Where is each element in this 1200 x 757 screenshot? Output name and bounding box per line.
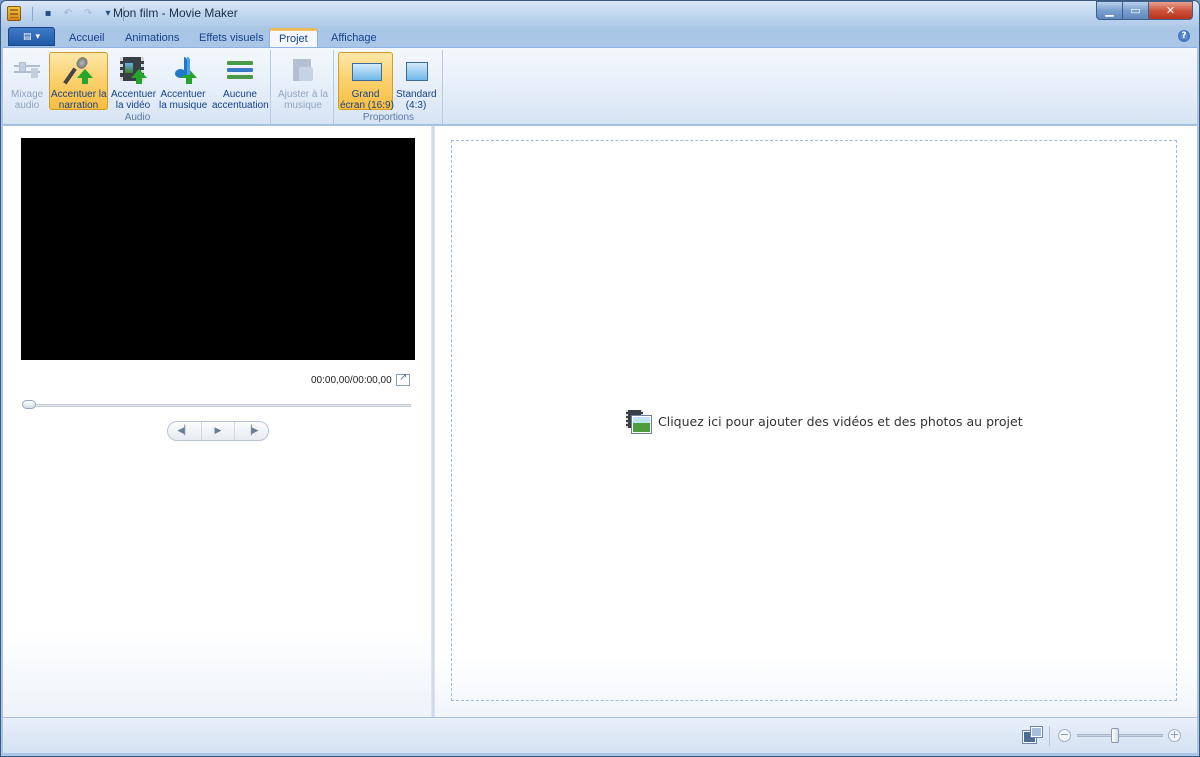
window-title: Mon film - Movie Maker: [113, 6, 238, 20]
green-arrow-up-icon: [76, 69, 93, 84]
help-icon[interactable]: ?: [1178, 30, 1190, 42]
widescreen-button[interactable]: Grand écran (16:9): [338, 52, 394, 111]
film-icon: [117, 55, 149, 87]
title-bar[interactable]: ▪ ↶ ↷ ▾ Mon film - Movie Maker ▁ ▭ ✕: [1, 1, 1199, 26]
zoom-out-icon[interactable]: −: [1058, 729, 1071, 742]
zoom-in-icon[interactable]: +: [1168, 729, 1181, 742]
status-bar: − +: [3, 717, 1197, 753]
window-controls: ▁ ▭ ✕: [1096, 1, 1193, 20]
fit-to-music-label-2: musique: [284, 100, 322, 111]
tab-effets-visuels[interactable]: Effets visuels: [190, 28, 273, 47]
preview-pane: 00:00,00/00:00,00 ◀▏ ▶ ▕▶: [3, 126, 431, 717]
zoom-slider-track[interactable]: [1077, 734, 1163, 737]
add-media-icon: [626, 409, 651, 433]
emphasize-narration-button[interactable]: Accentuer la narration: [49, 52, 108, 111]
application-window: ▪ ↶ ↷ ▾ Mon film - Movie Maker ▁ ▭ ✕ ▤ ▾…: [0, 0, 1200, 757]
next-frame-icon[interactable]: ▕▶: [235, 422, 268, 440]
emphasize-music-label-1: Accentuer: [160, 89, 206, 100]
fit-to-music-button[interactable]: Ajuster à la musique: [275, 52, 331, 111]
equal-lines-icon: [224, 55, 256, 87]
emphasize-music-label-2: la musique: [159, 100, 208, 111]
seek-thumb[interactable]: [22, 400, 36, 409]
thumbnail-size-icon[interactable]: [1023, 727, 1042, 743]
main-content: 00:00,00/00:00,00 ◀▏ ▶ ▕▶ Cliquez ici po…: [3, 126, 1197, 717]
emphasize-narration-label-1: Accentuer la: [51, 89, 107, 100]
widescreen-icon: [350, 55, 382, 87]
undo-icon[interactable]: ↶: [60, 6, 76, 22]
tab-animations[interactable]: Animations: [116, 28, 188, 47]
emphasize-music-button[interactable]: Accentuer la musique: [157, 52, 209, 111]
status-separator: [1049, 726, 1050, 746]
microphone-icon: [63, 55, 95, 87]
standard-screen-icon: [400, 55, 432, 87]
audio-mix-icon: [11, 55, 43, 87]
menu-icon: ▤: [22, 31, 32, 42]
standard-ratio-button[interactable]: Standard (4:3): [394, 52, 438, 111]
tab-projet[interactable]: Projet: [269, 28, 318, 47]
storyboard-pane: Cliquez ici pour ajouter des vidéos et d…: [435, 126, 1197, 717]
audio-group: Mixage audio Accentuer la narration Acce…: [5, 50, 271, 124]
storyboard-drop-zone[interactable]: Cliquez ici pour ajouter des vidéos et d…: [451, 140, 1177, 701]
music-note-icon: [167, 55, 199, 87]
emphasize-video-button[interactable]: Accentuer la vidéo: [109, 52, 157, 111]
add-media-label: Cliquez ici pour ajouter des vidéos et d…: [658, 413, 1023, 429]
playback-controls: ◀▏ ▶ ▕▶: [167, 421, 269, 441]
proportions-group-label: Proportions: [362, 112, 415, 123]
fullscreen-preview-icon[interactable]: [396, 372, 410, 386]
play-icon[interactable]: ▶: [202, 422, 236, 440]
tab-affichage[interactable]: Affichage: [322, 28, 386, 47]
standard-ratio-label-2: (4:3): [405, 100, 427, 111]
redo-icon[interactable]: ↷: [80, 6, 96, 22]
fit-to-music-icon: [287, 55, 319, 87]
video-preview[interactable]: [21, 138, 415, 360]
proportions-group: Grand écran (16:9) Standard (4:3) Propor…: [335, 50, 443, 124]
no-emphasis-button[interactable]: Aucune accentuation: [210, 52, 270, 111]
movie-maker-app-icon[interactable]: [7, 6, 21, 21]
emphasize-video-label-2: la vidéo: [115, 100, 151, 111]
green-arrow-up-icon: [181, 69, 197, 84]
audio-mix-button[interactable]: Mixage audio: [9, 52, 45, 111]
close-button[interactable]: ✕: [1149, 1, 1193, 20]
emphasize-video-label-1: Accentuer: [111, 89, 157, 100]
minimize-button[interactable]: ▁: [1096, 1, 1123, 20]
audio-mix-label-2: audio: [14, 100, 40, 111]
add-media-prompt[interactable]: Cliquez ici pour ajouter des vidéos et d…: [626, 409, 1023, 433]
qat-separator: [32, 6, 33, 21]
ribbon: Mixage audio Accentuer la narration Acce…: [3, 47, 1197, 125]
widescreen-label-1: Grand: [351, 89, 380, 100]
audio-group-label: Audio: [124, 112, 151, 123]
fit-group: Ajuster à la musique: [272, 50, 334, 124]
standard-ratio-label-1: Standard: [396, 89, 437, 100]
time-readout: 00:00,00/00:00,00: [311, 375, 392, 386]
widescreen-label-2: écran (16:9): [340, 100, 394, 111]
save-icon[interactable]: ▪: [40, 6, 56, 22]
maximize-button[interactable]: ▭: [1123, 1, 1149, 20]
emphasize-narration-label-2: narration: [58, 100, 99, 111]
no-emphasis-label-1: Aucune: [223, 89, 257, 100]
ribbon-tab-bar: ▤ ▾ Accueil Animations Effets visuels Pr…: [2, 26, 1198, 47]
application-menu-button[interactable]: ▤ ▾: [8, 27, 55, 46]
green-arrow-up-icon: [131, 69, 147, 84]
fit-to-music-label-1: Ajuster à la: [277, 89, 329, 100]
chevron-down-icon: ▾: [35, 31, 41, 42]
tab-accueil[interactable]: Accueil: [60, 28, 113, 47]
audio-mix-label-1: Mixage: [11, 89, 44, 100]
previous-frame-icon[interactable]: ◀▏: [168, 422, 202, 440]
zoom-slider-thumb[interactable]: [1111, 728, 1119, 743]
no-emphasis-label-2: accentuation: [212, 100, 269, 111]
seek-bar[interactable]: [27, 404, 411, 407]
